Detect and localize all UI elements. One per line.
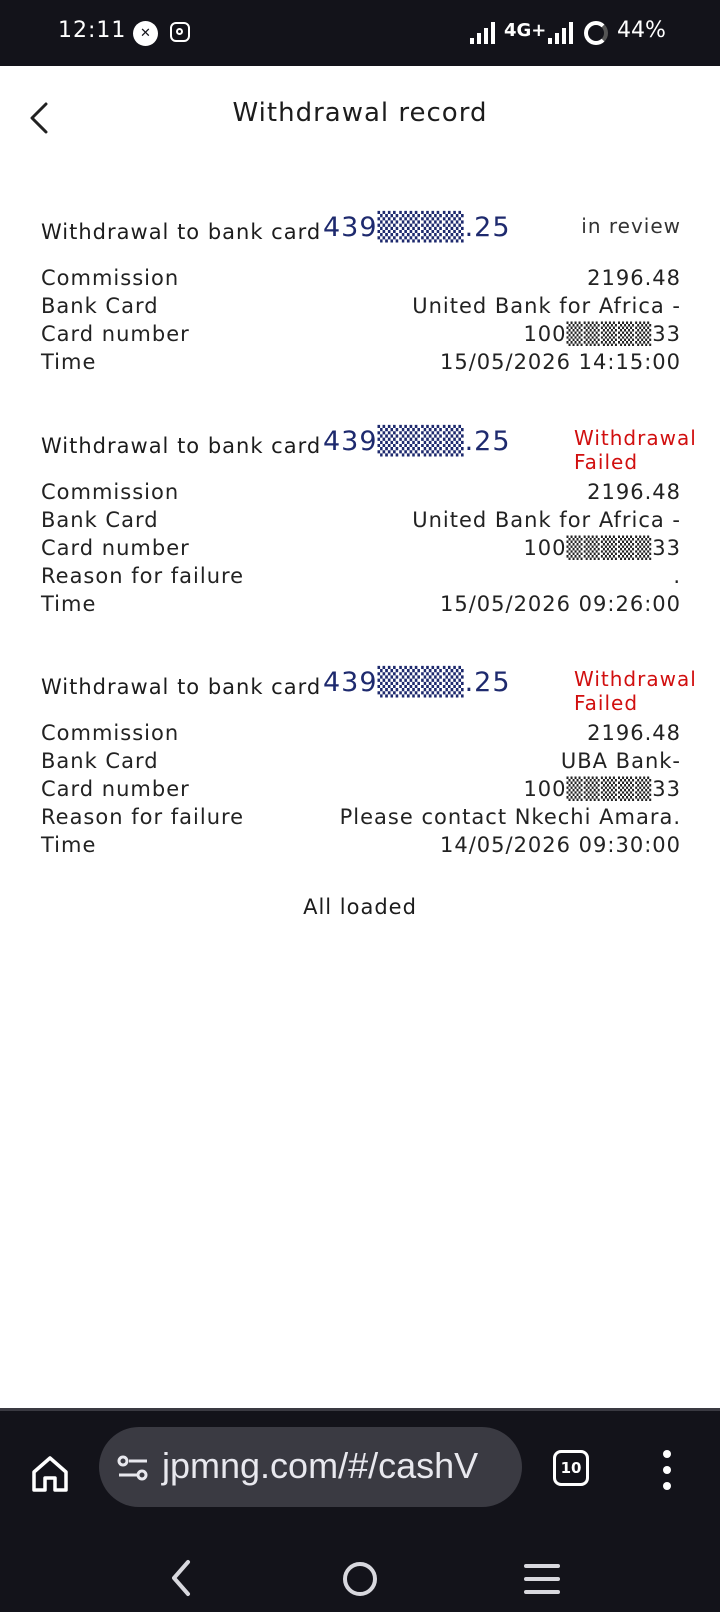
divider: [0, 1408, 720, 1411]
commission-label: Commission: [41, 721, 180, 745]
record-card: 439▒▒▒▒.25: [323, 667, 511, 698]
time-row: Time 15/05/2026 09:26:00: [41, 590, 681, 618]
battery-percent: 44%: [617, 18, 666, 43]
commission-value: 2196.48: [587, 266, 681, 290]
card-number-row: Card number 100▒▒▒▒▒33: [41, 534, 681, 562]
battery-ring-icon: [584, 21, 608, 45]
time-value: 15/05/2026 14:15:00: [439, 350, 681, 374]
commission-label: Commission: [41, 266, 180, 290]
time-label: Time: [41, 592, 97, 616]
withdrawal-record: Withdrawal to bank card 439▒▒▒▒.25 Withd…: [41, 426, 696, 618]
time-label: Time: [41, 350, 97, 374]
reason-label: Reason for failure: [41, 805, 245, 829]
instagram-icon: [170, 22, 190, 42]
card-number-row: Card number 100▒▒▒▒▒33: [41, 775, 681, 803]
reason-row: Reason for failure Please contact Nkechi …: [41, 803, 681, 831]
reason-value: .: [673, 564, 681, 588]
browser-bottom-bar: jpmng.com/#/cashV 10: [0, 1408, 720, 1612]
card-number-row: Card number 100▒▒▒▒▒33: [41, 320, 681, 348]
record-card: 439▒▒▒▒.25: [323, 426, 511, 457]
home-icon[interactable]: [30, 1454, 70, 1494]
bank-card-label: Bank Card: [41, 749, 159, 773]
card-number-value: 100▒▒▒▒▒33: [523, 322, 681, 346]
record-card: 439▒▒▒▒.25: [323, 212, 511, 243]
time-row: Time 14/05/2026 09:30:00: [41, 831, 681, 859]
url-text[interactable]: jpmng.com/#/cashV: [162, 1445, 478, 1487]
reason-value: Please contact Nkechi Amara.: [339, 805, 681, 829]
nav-home-icon[interactable]: [343, 1562, 377, 1596]
card-number-value: 100▒▒▒▒▒33: [523, 536, 681, 560]
bank-card-value: United Bank for Africa -: [412, 508, 681, 532]
record-title: Withdrawal to bank card: [41, 675, 322, 699]
close-notification-icon: ✕: [133, 21, 158, 46]
site-settings-icon[interactable]: [117, 1454, 149, 1482]
bank-card-row: Bank Card United Bank for Africa -: [41, 506, 681, 534]
commission-label: Commission: [41, 480, 180, 504]
bank-card-row: Bank Card UBA Bank-: [41, 747, 681, 775]
bank-card-row: Bank Card United Bank for Africa -: [41, 292, 681, 320]
card-number-label: Card number: [41, 777, 190, 801]
time-label: Time: [41, 833, 97, 857]
address-bar[interactable]: jpmng.com/#/cashV: [99, 1427, 522, 1507]
signal-icon: [470, 22, 496, 44]
withdrawal-record: Withdrawal to bank card 439▒▒▒▒.25 Withd…: [41, 667, 696, 859]
time-row: Time 15/05/2026 14:15:00: [41, 348, 681, 376]
record-title: Withdrawal to bank card: [41, 434, 322, 458]
all-loaded-text: All loaded: [303, 895, 417, 919]
reason-label: Reason for failure: [41, 564, 245, 588]
more-options-icon[interactable]: [661, 1450, 673, 1490]
card-number-value: 100▒▒▒▒▒33: [523, 777, 681, 801]
status-badge: Withdrawal Failed: [574, 426, 697, 474]
nav-back-icon[interactable]: [166, 1558, 196, 1598]
network-type: 4G+: [504, 20, 547, 41]
time-value: 14/05/2026 09:30:00: [439, 833, 681, 857]
tab-switcher-button[interactable]: 10: [553, 1450, 589, 1486]
bank-card-value: UBA Bank-: [560, 749, 681, 773]
status-time: 12:11: [58, 18, 127, 43]
commission-row: Commission 2196.48: [41, 478, 681, 506]
record-title: Withdrawal to bank card: [41, 220, 322, 244]
card-number-label: Card number: [41, 536, 190, 560]
reason-row: Reason for failure.: [41, 562, 681, 590]
commission-row: Commission 2196.48: [41, 719, 681, 747]
status-bar: 12:11 ✕ 4G+ 44%: [0, 0, 720, 66]
withdrawal-record: Withdrawal to bank card 439▒▒▒▒.25 in re…: [41, 212, 681, 376]
page-title: Withdrawal record: [232, 98, 488, 128]
card-number-label: Card number: [41, 322, 190, 346]
signal-icon-2: [548, 22, 574, 44]
bank-card-value: United Bank for Africa -: [412, 294, 681, 318]
status-badge: Withdrawal Failed: [574, 667, 697, 715]
commission-row: Commission 2196.48: [41, 264, 681, 292]
commission-value: 2196.48: [587, 721, 681, 745]
commission-value: 2196.48: [587, 480, 681, 504]
bank-card-label: Bank Card: [41, 508, 159, 532]
time-value: 15/05/2026 09:26:00: [439, 592, 681, 616]
nav-recents-icon[interactable]: [524, 1564, 560, 1594]
status-badge: in review: [581, 214, 681, 238]
bank-card-label: Bank Card: [41, 294, 159, 318]
